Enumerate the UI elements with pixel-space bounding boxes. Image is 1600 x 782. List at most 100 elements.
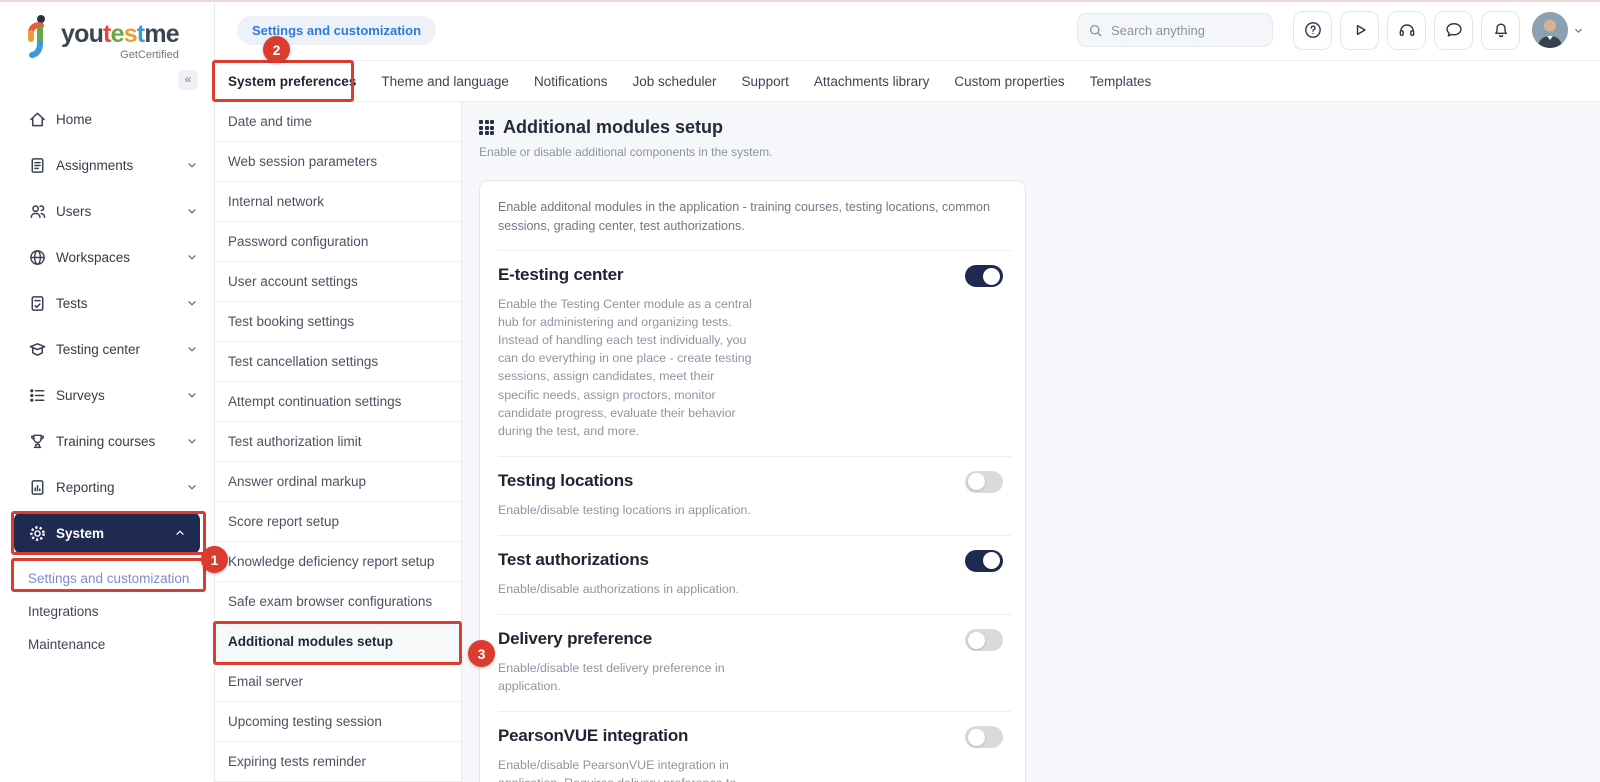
logo-seg: e [111, 20, 124, 48]
youtestme-logo-icon [24, 14, 54, 60]
tab-notifications[interactable]: Notifications [534, 74, 608, 89]
logo-seg: t [103, 20, 111, 48]
users-icon [28, 202, 47, 221]
help-button[interactable] [1293, 11, 1332, 50]
module-description: Enable/disable test delivery preference … [498, 659, 752, 695]
nav-item-test-authorization-limit[interactable]: Test authorization limit [215, 422, 461, 462]
chevron-down-icon [186, 205, 198, 217]
pearsonvue-integration-toggle[interactable] [965, 726, 1003, 748]
sidebar-item-tests[interactable]: Tests [0, 280, 214, 326]
question-circle-icon [1303, 20, 1323, 40]
module-description: Enable the Testing Center module as a ce… [498, 295, 752, 440]
notifications-button[interactable] [1481, 11, 1520, 50]
sidebar-item-label: Reporting [56, 480, 115, 495]
tab-job-scheduler[interactable]: Job scheduler [632, 74, 716, 89]
logo-seg: s [124, 20, 137, 48]
workspaces-icon [28, 248, 47, 267]
chevron-down-icon [186, 343, 198, 355]
modules-intro-text: Enable additonal modules in the applicat… [498, 181, 1011, 251]
sidebar-item-training-courses[interactable]: Training courses [0, 418, 214, 464]
chevron-down-icon [186, 251, 198, 263]
sidebar-item-label: Workspaces [56, 250, 130, 265]
module-row-test-authorizations: Test authorizations Enable/disable autho… [498, 535, 1011, 614]
chevron-down-icon [186, 481, 198, 493]
messages-button[interactable] [1434, 11, 1473, 50]
e-testing-center-toggle[interactable] [965, 265, 1003, 287]
chevron-down-icon [186, 389, 198, 401]
sidebar-item-testing-center[interactable]: Testing center [0, 326, 214, 372]
nav-item-user-account-settings[interactable]: User account settings [215, 262, 461, 302]
tab-system-preferences[interactable]: System preferences [228, 74, 356, 89]
nav-item-test-cancellation-settings[interactable]: Test cancellation settings [215, 342, 461, 382]
nav-item-date-and-time[interactable]: Date and time [215, 102, 461, 142]
breadcrumb[interactable]: Settings and customization [237, 16, 436, 45]
tests-icon [28, 294, 47, 313]
nav-item-attempt-continuation-settings[interactable]: Attempt continuation settings [215, 382, 461, 422]
delivery-preference-toggle[interactable] [965, 629, 1003, 651]
sidebar-subitem-settings-and-customization[interactable]: Settings and customization [0, 562, 214, 595]
reporting-icon [28, 478, 47, 497]
sidebar-collapse-button[interactable]: « [178, 70, 198, 90]
right-column: Settings and customization [215, 0, 1600, 782]
test-authorizations-toggle[interactable] [965, 550, 1003, 572]
tab-support[interactable]: Support [742, 74, 789, 89]
nav-item-password-configuration[interactable]: Password configuration [215, 222, 461, 262]
support-button[interactable] [1387, 11, 1426, 50]
nav-item-score-report-setup[interactable]: Score report setup [215, 502, 461, 542]
sidebar-item-assignments[interactable]: Assignments [0, 142, 214, 188]
logo-seg: you [61, 20, 103, 48]
nav-item-safe-exam-browser-configurations[interactable]: Safe exam browser configurations [215, 582, 461, 622]
sidebar-item-label: Testing center [56, 342, 140, 357]
sidebar-item-users[interactable]: Users [0, 188, 214, 234]
search-input[interactable] [1111, 23, 1251, 38]
nav-item-web-session-parameters[interactable]: Web session parameters [215, 142, 461, 182]
sidebar-item-workspaces[interactable]: Workspaces [0, 234, 214, 280]
sidebar-subitem-maintenance[interactable]: Maintenance [0, 628, 214, 661]
sidebar-item-surveys[interactable]: Surveys [0, 372, 214, 418]
sidebar-item-reporting[interactable]: Reporting [0, 464, 214, 510]
sidebar-item-system[interactable]: System [0, 510, 214, 556]
tab-attachments-library[interactable]: Attachments library [814, 74, 930, 89]
nav-item-email-server[interactable]: Email server [215, 662, 461, 702]
nav-item-upcoming-testing-session[interactable]: Upcoming testing session [215, 702, 461, 742]
nav-item-expiring-tests-reminder[interactable]: Expiring tests reminder [215, 742, 461, 782]
module-name: Delivery preference [498, 629, 1011, 649]
chevron-down-icon [1573, 25, 1584, 36]
modules-grid-icon [479, 120, 494, 135]
sidebar: youtestme GetCertified « Home Assignment… [0, 0, 215, 782]
sidebar-item-label: Surveys [56, 388, 105, 403]
logo-block: youtestme GetCertified « [0, 0, 214, 96]
avatar [1532, 12, 1568, 48]
search-box[interactable] [1077, 13, 1273, 47]
app-root: youtestme GetCertified « Home Assignment… [0, 0, 1600, 782]
module-description: Enable/disable PearsonVUE integration in… [498, 756, 752, 782]
tab-custom-properties[interactable]: Custom properties [954, 74, 1064, 89]
sidebar-subitem-integrations[interactable]: Integrations [0, 595, 214, 628]
headset-icon [1397, 20, 1417, 40]
user-menu[interactable] [1532, 12, 1584, 48]
tab-theme-and-language[interactable]: Theme and language [381, 74, 509, 89]
nav-item-knowledge-deficiency-report-setup[interactable]: Knowledge deficiency report setup [215, 542, 461, 582]
nav-item-additional-modules-setup[interactable]: Additional modules setup [215, 622, 461, 662]
nav-item-answer-ordinal-markup[interactable]: Answer ordinal markup [215, 462, 461, 502]
module-name: Test authorizations [498, 550, 1011, 570]
system-preferences-nav: Date and time Web session parameters Int… [215, 102, 462, 782]
testing-locations-toggle[interactable] [965, 471, 1003, 493]
sidebar-nav: Home Assignments Users Worksp [0, 96, 214, 556]
chevron-down-icon [186, 297, 198, 309]
tab-templates[interactable]: Templates [1090, 74, 1152, 89]
sidebar-item-label: Training courses [56, 434, 155, 449]
sidebar-item-home[interactable]: Home [0, 96, 214, 142]
nav-item-test-booking-settings[interactable]: Test booking settings [215, 302, 461, 342]
module-description: Enable/disable testing locations in appl… [498, 501, 752, 519]
surveys-icon [28, 386, 47, 405]
testing-center-icon [28, 340, 47, 359]
content-row: Date and time Web session parameters Int… [215, 102, 1600, 782]
modules-card: Enable additonal modules in the applicat… [479, 180, 1026, 782]
window-top-strip [0, 0, 1600, 2]
sidebar-item-label: Assignments [56, 158, 133, 173]
tutorials-button[interactable] [1340, 11, 1379, 50]
nav-item-internal-network[interactable]: Internal network [215, 182, 461, 222]
page-subtitle: Enable or disable additional components … [479, 145, 1600, 159]
bell-icon [1491, 20, 1511, 40]
